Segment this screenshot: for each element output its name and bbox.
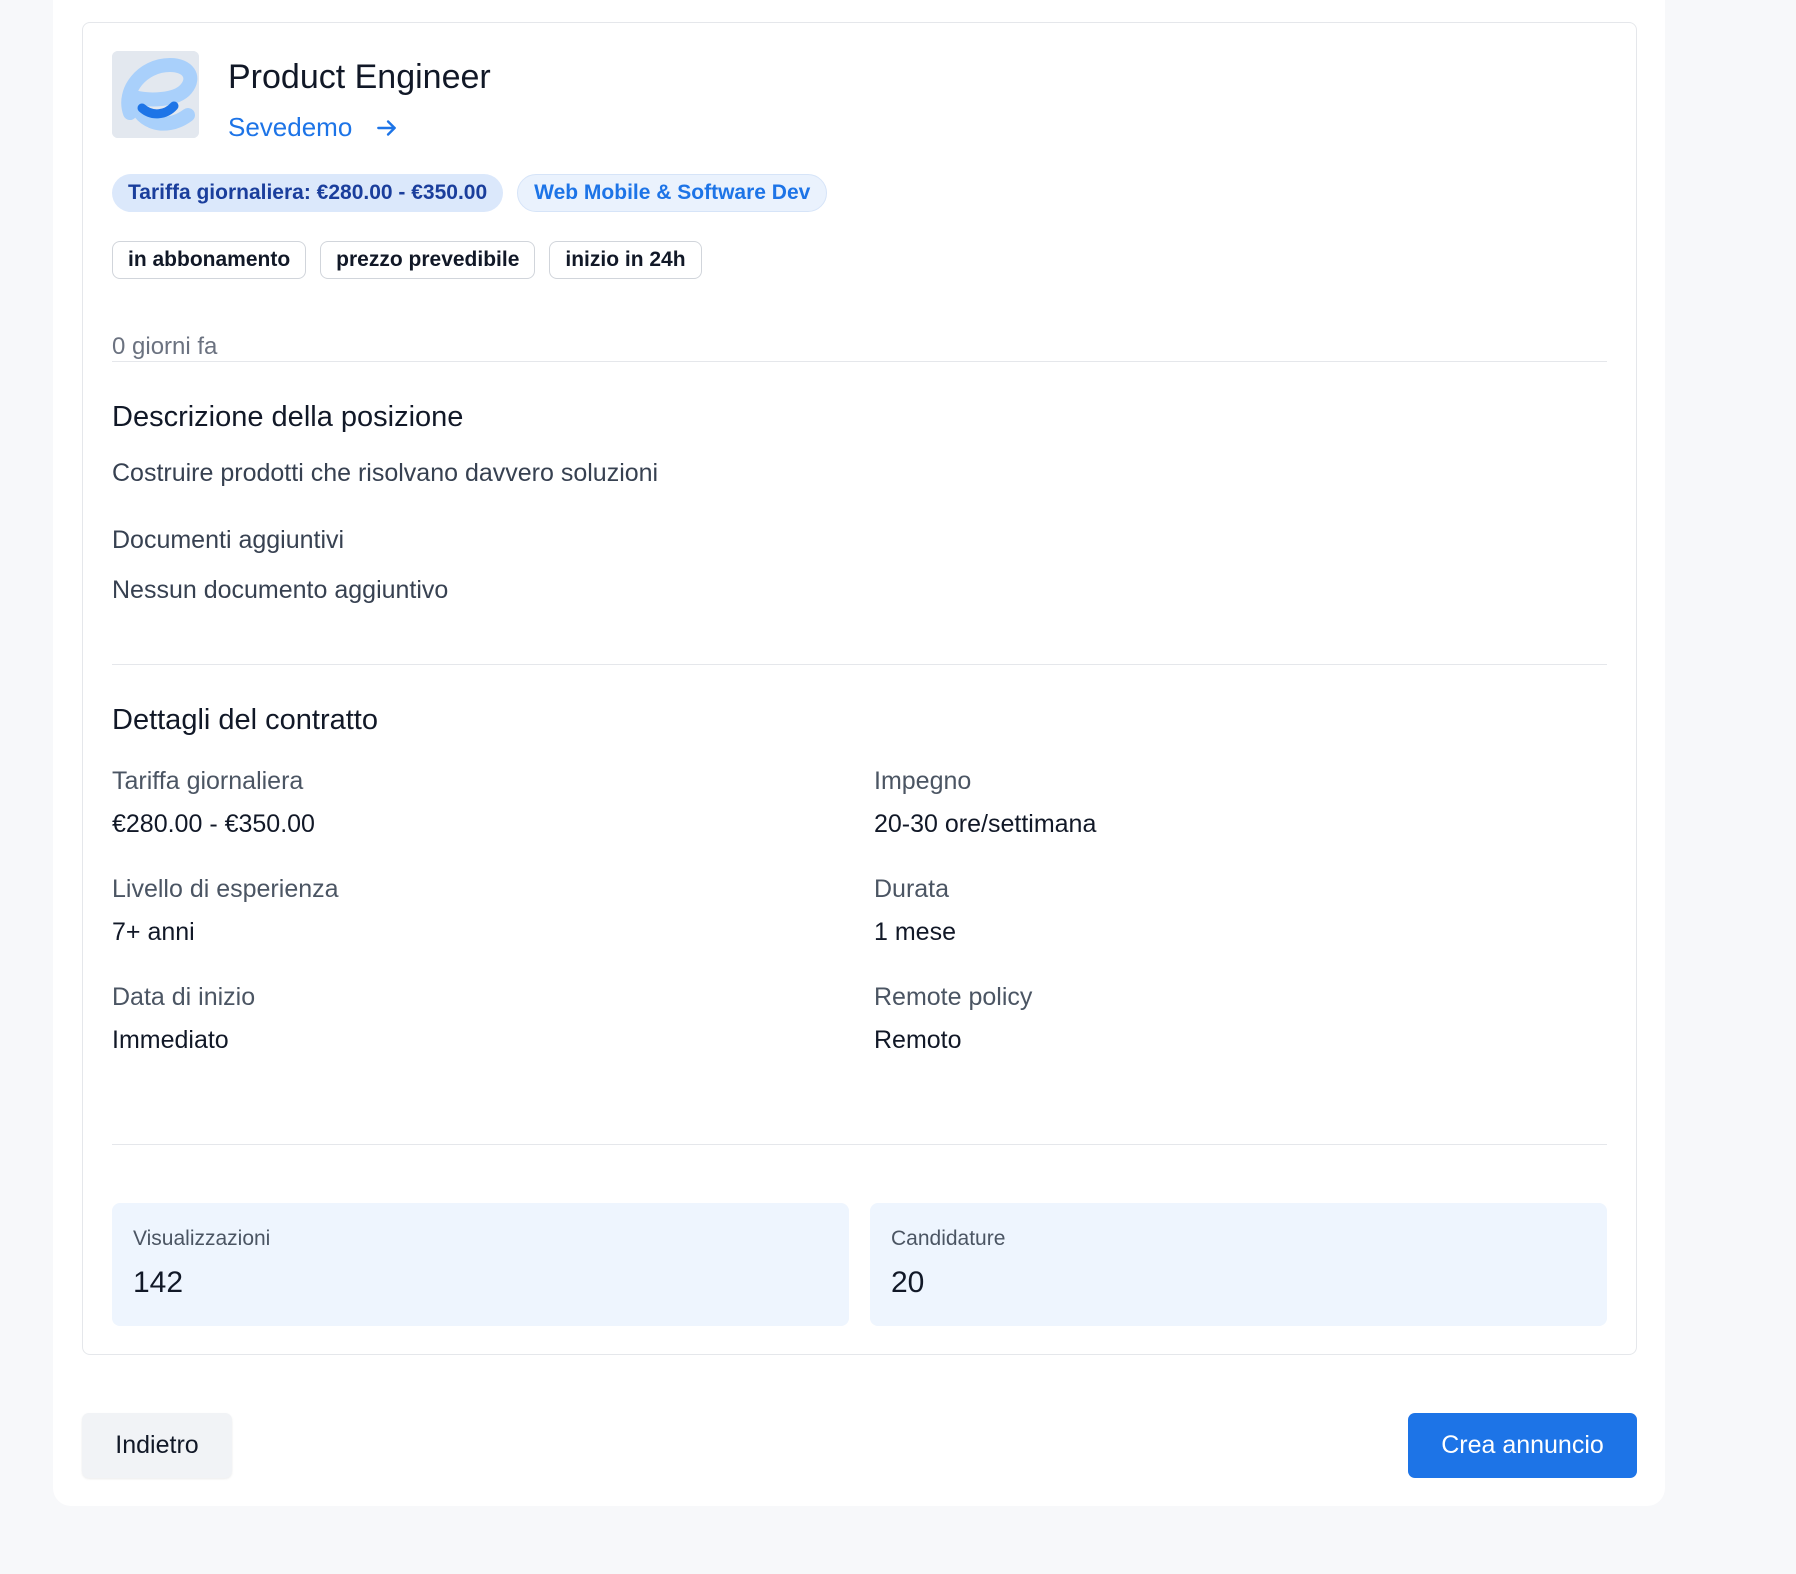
daily-rate-label: Tariffa giornaliera: [112, 767, 304, 795]
commitment-value: 20-30 ore/settimana: [874, 810, 1097, 838]
views-value: 142: [133, 1266, 184, 1299]
additional-docs-value: Nessun documento aggiuntivo: [112, 576, 449, 604]
company-name[interactable]: Sevedemo: [228, 112, 352, 143]
applications-value: 20: [891, 1266, 925, 1299]
daily-rate-badge: Tariffa giornaliera: €280.00 - €350.00: [112, 174, 504, 212]
tag-start-24h: inizio in 24h: [549, 241, 702, 279]
commitment-label: Impegno: [874, 767, 972, 795]
job-preview-card: Product Engineer Sevedemo Tariffa giorna…: [82, 22, 1637, 1355]
tag-subscription: in abbonamento: [112, 241, 307, 279]
experience-value: 7+ anni: [112, 918, 195, 946]
experience-label: Livello di esperienza: [112, 875, 339, 903]
company-logo-icon: [112, 51, 199, 138]
page-container: Product Engineer Sevedemo Tariffa giorna…: [53, 0, 1665, 1506]
duration-label: Durata: [874, 875, 950, 903]
tag-row: in abbonamento prezzo prevedibile inizio…: [112, 241, 702, 279]
tag-predictable-price: prezzo prevedibile: [320, 241, 536, 279]
start-date-label: Data di inizio: [112, 983, 256, 1011]
applications-label: Candidature: [891, 1227, 1006, 1250]
description-body: Costruire prodotti che risolvano davvero…: [112, 459, 659, 487]
description-heading: Descrizione della posizione: [112, 401, 464, 433]
views-stat-card: Visualizzazioni 142: [112, 1203, 849, 1326]
create-listing-button[interactable]: Crea annuncio: [1408, 1413, 1637, 1478]
views-label: Visualizzazioni: [133, 1227, 271, 1250]
badge-row: Tariffa giornaliera: €280.00 - €350.00 W…: [112, 174, 828, 212]
divider: [112, 1144, 1607, 1145]
start-date-value: Immediato: [112, 1026, 229, 1054]
category-badge: Web Mobile & Software Dev: [517, 174, 828, 212]
company-link[interactable]: Sevedemo: [228, 112, 400, 143]
arrow-right-icon[interactable]: [374, 115, 400, 141]
job-title: Product Engineer: [228, 58, 491, 96]
posted-date: 0 giorni fa: [112, 333, 218, 360]
divider: [112, 361, 1607, 362]
duration-value: 1 mese: [874, 918, 956, 946]
contract-heading: Dettagli del contratto: [112, 704, 378, 736]
back-button[interactable]: Indietro: [82, 1413, 232, 1478]
daily-rate-value: €280.00 - €350.00: [112, 810, 315, 838]
remote-policy-value: Remoto: [874, 1026, 962, 1054]
remote-policy-label: Remote policy: [874, 983, 1033, 1011]
divider: [112, 664, 1607, 665]
applications-stat-card: Candidature 20: [870, 1203, 1607, 1326]
additional-docs-label: Documenti aggiuntivi: [112, 526, 345, 554]
